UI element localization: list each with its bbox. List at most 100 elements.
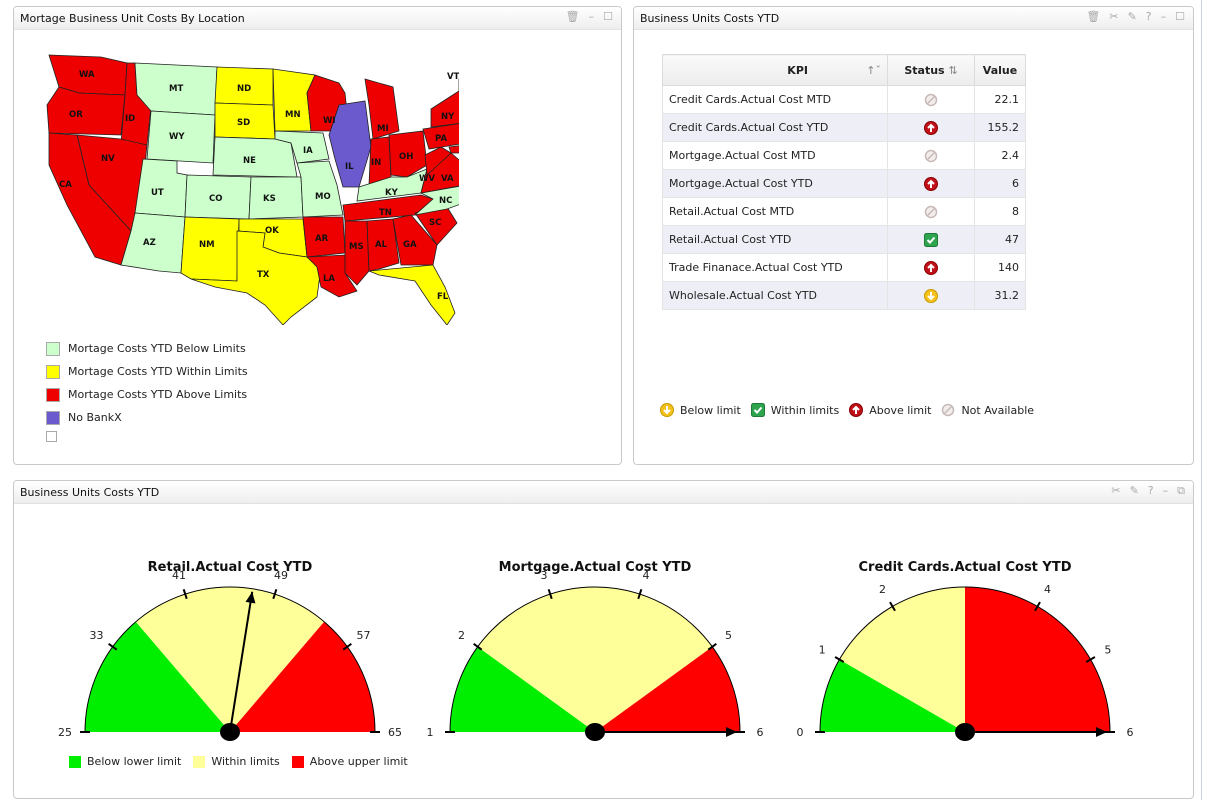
gauge-tick-label: 1 [427, 726, 434, 739]
table-row[interactable]: Mortgage.Actual Cost YTD 6 [662, 169, 1026, 198]
table-row[interactable]: Retail.Actual Cost YTD 47 [662, 225, 1026, 254]
table-row[interactable]: Credit Cards.Actual Cost YTD 155.2 [662, 113, 1026, 142]
map-legend: Mortage Costs YTD Below Limits Mortage C… [46, 337, 248, 443]
value-cell: 8 [974, 197, 1026, 226]
above-limit-icon [849, 403, 864, 417]
right-edge-scrollbar[interactable] [1201, 0, 1207, 800]
gauge-tick-label: 4 [642, 569, 649, 582]
table-row[interactable]: Mortgage.Actual Cost MTD 2.4 [662, 141, 1026, 170]
legend-label-within: Mortage Costs YTD Within Limits [68, 365, 248, 378]
column-header-status[interactable]: Status ⇅ [887, 54, 975, 86]
state-or[interactable] [46, 86, 126, 136]
state-label-or: OR [69, 110, 83, 120]
gauge-tick-label: 1 [819, 644, 826, 657]
gauge-legend-swatch-above [291, 755, 304, 768]
state-label-il: IL [345, 162, 354, 172]
map-panel-tools: 🗑 – ☐ [566, 10, 613, 23]
kpi-table-body: Credit Cards.Actual Cost MTD 22.1 Credit C… [662, 85, 1026, 310]
wrench-icon[interactable]: ✂ [1109, 10, 1118, 23]
state-label-la: LA [323, 274, 335, 284]
trash-icon[interactable]: 🗑 [1086, 10, 1100, 23]
gauge-legend-swatch-below [69, 755, 81, 768]
kpi-cell: Mortgage.Actual Cost MTD [662, 141, 888, 170]
below-limit-icon [924, 288, 938, 303]
state-label-wy: WY [169, 132, 185, 142]
state-label-va: VA [441, 174, 454, 184]
gauge-title: Mortgage.Actual Cost YTD [499, 560, 692, 575]
kpi-cell: Wholesale.Actual Cost YTD [662, 281, 888, 310]
table-row[interactable]: Wholesale.Actual Cost YTD 31.2 [662, 281, 1026, 310]
within-limits-icon [750, 403, 765, 417]
state-label-ky: KY [385, 188, 399, 198]
table-row[interactable]: Trade Finanace.Actual Cost YTD 140 [662, 253, 1026, 282]
value-cell: 22.1 [974, 85, 1026, 114]
minimize-icon[interactable]: – [1161, 10, 1167, 23]
state-label-ms: MS [349, 242, 364, 252]
legend-swatch-nobank [46, 410, 60, 425]
state-label-tx: TX [257, 270, 270, 280]
kpi-cell: Credit Cards.Actual Cost YTD [662, 113, 888, 142]
gauge-tick-label: 25 [58, 726, 72, 739]
status-legend-within: Within limits [770, 403, 840, 417]
trash-icon[interactable]: 🗑 [566, 10, 580, 23]
gauge-legend-below: Below lower limit [87, 755, 182, 768]
status-cell [887, 281, 975, 310]
gauge-panel: Business Units Costs YTD ✂ ✎ ? – ⧉ Retai… [13, 480, 1194, 799]
state-label-az: AZ [143, 238, 156, 248]
legend-swatch-within [46, 364, 60, 379]
legend-label-below: Mortage Costs YTD Below Limits [68, 342, 246, 355]
pencil-icon[interactable]: ✎ [1128, 10, 1137, 23]
state-ms[interactable] [344, 220, 370, 286]
gauge-tick-label: 5 [725, 629, 732, 642]
kpi-table: KPI ↑ˇ Status ⇅ Value Credit Cards.Actua… [662, 54, 1026, 310]
table-row[interactable]: Credit Cards.Actual Cost MTD 22.1 [662, 85, 1026, 114]
state-mo[interactable] [296, 160, 344, 218]
sort-icon[interactable]: ⇅ [948, 64, 957, 77]
map-panel-header: Mortage Business Unit Costs By Location … [14, 7, 621, 30]
status-legend-below: Below limit [680, 403, 741, 417]
map-legend-item [46, 429, 248, 443]
kpi-cell: Retail.Actual Cost MTD [662, 197, 888, 226]
state-md[interactable] [448, 145, 459, 154]
state-label-ks: KS [263, 194, 276, 204]
gauge-legend-item: Within limits [193, 755, 280, 768]
state-ks[interactable] [248, 176, 304, 220]
gauge-pivot [955, 723, 975, 741]
kpi-panel-header: Business Units Costs YTD 🗑 ✂ ✎ ? – ☐ [634, 7, 1193, 30]
status-legend-na: Not Available [961, 403, 1035, 417]
kpi-panel-tools: 🗑 ✂ ✎ ? – ☐ [1086, 10, 1185, 23]
state-label-nd: ND [237, 84, 251, 94]
sort-icon[interactable]: ↑ˇ [866, 64, 881, 77]
gauge-tick-label: 57 [356, 629, 370, 642]
status-cell [887, 141, 975, 170]
above-limit-icon [924, 176, 938, 191]
maximize-icon[interactable]: ☐ [1175, 10, 1185, 23]
value-cell: 155.2 [974, 113, 1026, 142]
gauge-tick-label: 6 [757, 726, 764, 739]
help-icon[interactable]: ? [1146, 10, 1152, 23]
column-header-value[interactable]: Value [974, 54, 1026, 86]
maximize-icon[interactable]: ☐ [603, 10, 613, 23]
column-header-kpi[interactable]: KPI ↑ˇ [662, 54, 888, 86]
status-cell [887, 85, 975, 114]
gauge-legend-item: Below lower limit [69, 755, 181, 768]
state-label-tn: TN [379, 208, 392, 218]
gauge-tick-label: 65 [388, 726, 402, 739]
status-header-label: Status [904, 63, 945, 77]
state-label-in: IN [371, 158, 381, 168]
state-label-wa: WA [79, 70, 95, 80]
kpi-panel-title: Business Units Costs YTD [640, 12, 780, 25]
state-label-ut: UT [151, 188, 164, 198]
above-limit-icon [924, 120, 938, 135]
gauge-tick-label: 3 [541, 569, 548, 582]
gauge-tick-label: 4 [1044, 583, 1051, 596]
gauge-legend-above: Above upper limit [309, 755, 408, 768]
map-legend-item: Mortage Costs YTD Below Limits [46, 337, 248, 360]
not-available-icon [942, 403, 955, 417]
table-row[interactable]: Retail.Actual Cost MTD 8 [662, 197, 1026, 226]
state-label-ia: IA [303, 146, 313, 156]
gauge-tick-label: 41 [172, 569, 186, 582]
gauge-band-above [965, 587, 1110, 732]
minimize-icon[interactable]: – [589, 10, 595, 23]
status-legend-item: Not Available [941, 403, 1034, 417]
